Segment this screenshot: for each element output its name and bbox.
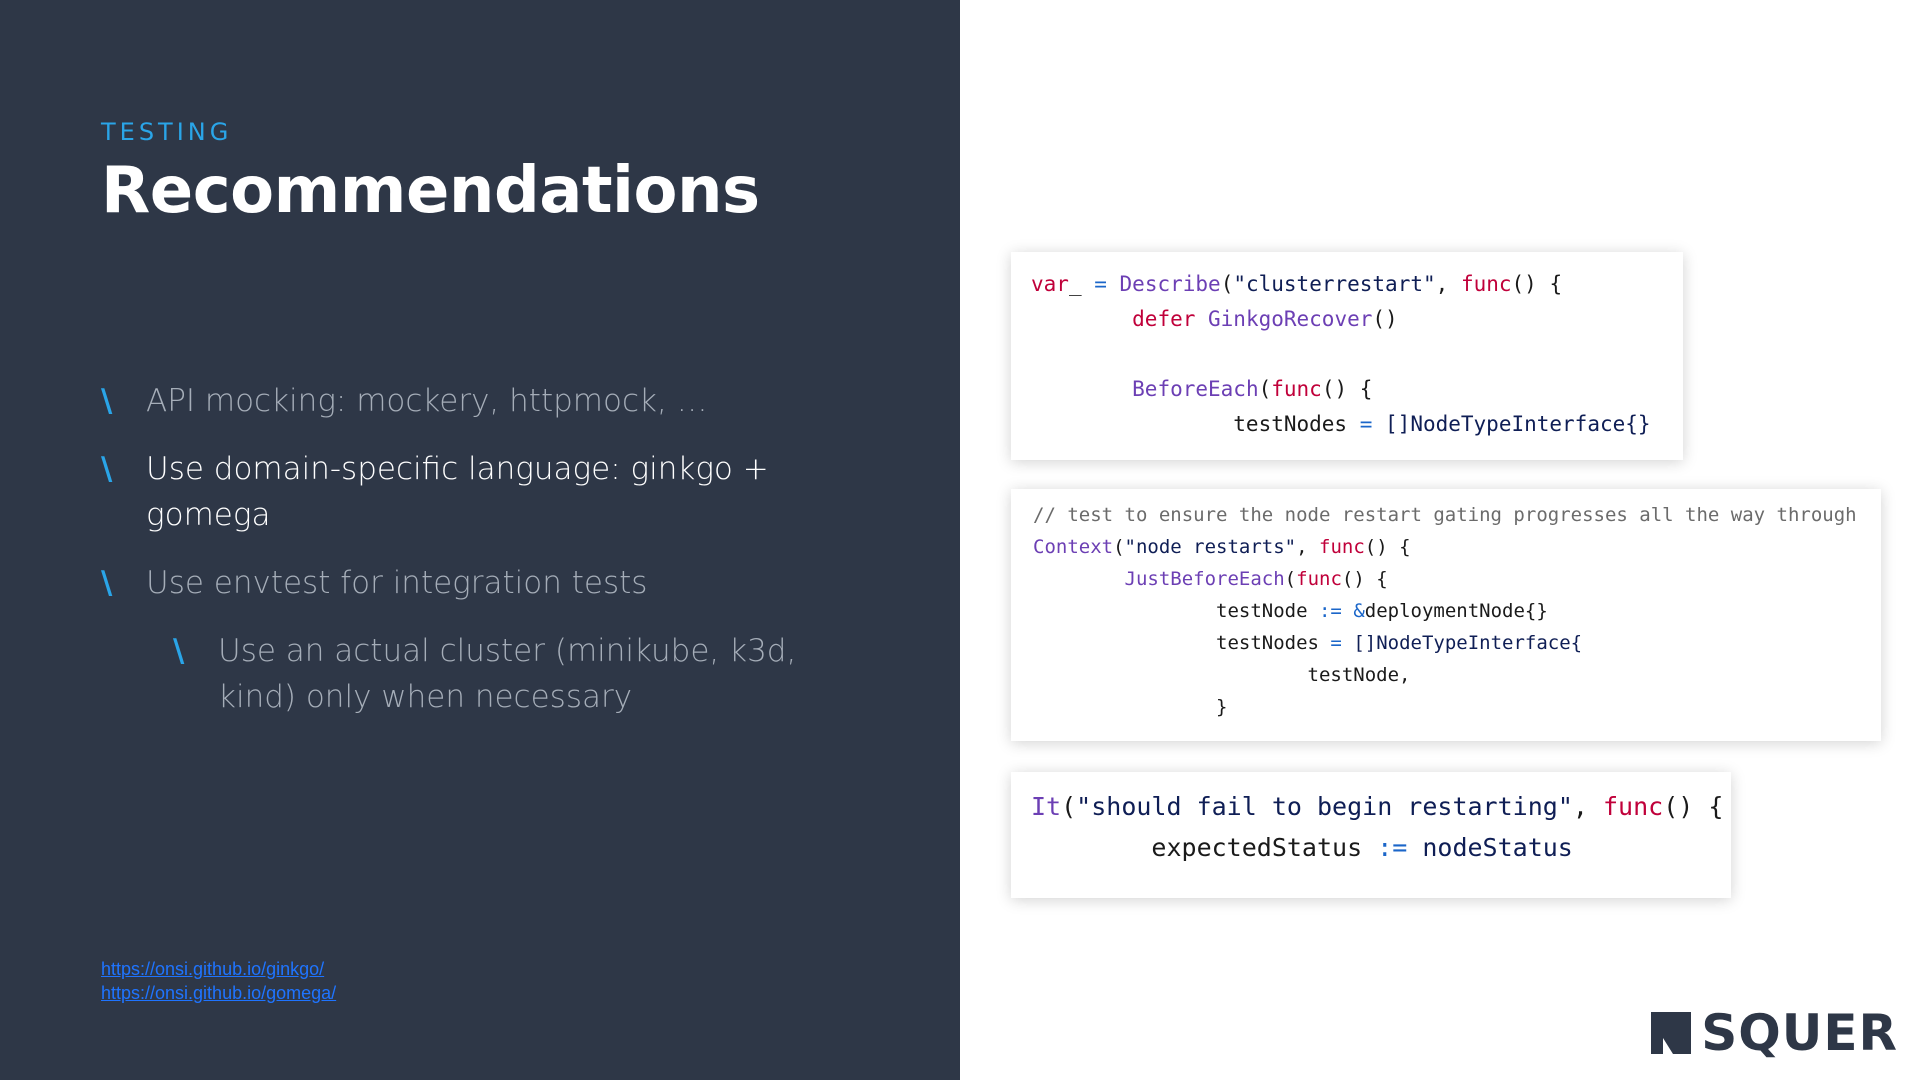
bullet-item-api-mocking: \ API mocking: mockery, httpmock, … [101, 378, 861, 424]
code-line: } [1033, 696, 1228, 718]
code-card-it: It("should fail to begin restarting", fu… [1011, 772, 1731, 898]
code-line: Context("node restarts", func() { [1033, 536, 1411, 558]
bullet-marker-icon: \ [173, 633, 185, 669]
code-line: It("should fail to begin restarting", fu… [1031, 792, 1724, 821]
bullet-item-dsl: \ Use domain-specific language: ginkgo +… [101, 446, 861, 538]
bullet-text: Use domain-specific language: ginkgo + g… [146, 451, 769, 533]
left-panel: TESTING Recommendations \ API mocking: m… [0, 0, 960, 1080]
code-line: expectedStatus := nodeStatus [1031, 833, 1573, 862]
bullet-item-actual-cluster: \ Use an actual cluster (minikube, k3d, … [173, 628, 861, 720]
code-line: testNodes = []NodeTypeInterface{} [1031, 412, 1651, 436]
bullet-marker-icon: \ [101, 565, 113, 601]
bullet-item-envtest: \ Use envtest for integration tests [101, 560, 861, 606]
code-line: defer GinkgoRecover() [1132, 307, 1398, 331]
squer-logo: SQUER [1651, 1008, 1898, 1058]
section-label: TESTING [101, 118, 233, 146]
bullet-text: Use an actual cluster (minikube, k3d, ki… [218, 633, 797, 715]
code-card-describe: var_ = Describe("clusterrestart", func()… [1011, 252, 1683, 460]
bullet-marker-icon: \ [101, 383, 113, 419]
bullet-text: Use envtest for integration tests [146, 565, 648, 601]
reference-links: https://onsi.github.io/ginkgo/ https://o… [101, 957, 336, 1005]
code-line: BeforeEach(func() { [1132, 377, 1373, 401]
logo-text: SQUER [1701, 1004, 1898, 1062]
bullet-text: API mocking: mockery, httpmock, … [146, 383, 708, 419]
slide-title: Recommendations [101, 154, 760, 228]
code-line: testNodes = []NodeTypeInterface{ [1033, 632, 1583, 654]
link-ginkgo[interactable]: https://onsi.github.io/ginkgo/ [101, 957, 336, 981]
bullet-list: \ API mocking: mockery, httpmock, … \ Us… [101, 378, 861, 742]
code-line: testNode, [1033, 664, 1411, 686]
code-line: // test to ensure the node restart gatin… [1033, 504, 1857, 526]
code-line: var_ = Describe("clusterrestart", func()… [1031, 272, 1563, 296]
code-card-context: // test to ensure the node restart gatin… [1011, 489, 1881, 741]
squer-logo-icon [1651, 1012, 1692, 1054]
code-line: testNode := &deploymentNode{} [1033, 600, 1548, 622]
link-gomega[interactable]: https://onsi.github.io/gomega/ [101, 981, 336, 1005]
bullet-marker-icon: \ [101, 451, 113, 487]
code-line: JustBeforeEach(func() { [1124, 568, 1388, 590]
